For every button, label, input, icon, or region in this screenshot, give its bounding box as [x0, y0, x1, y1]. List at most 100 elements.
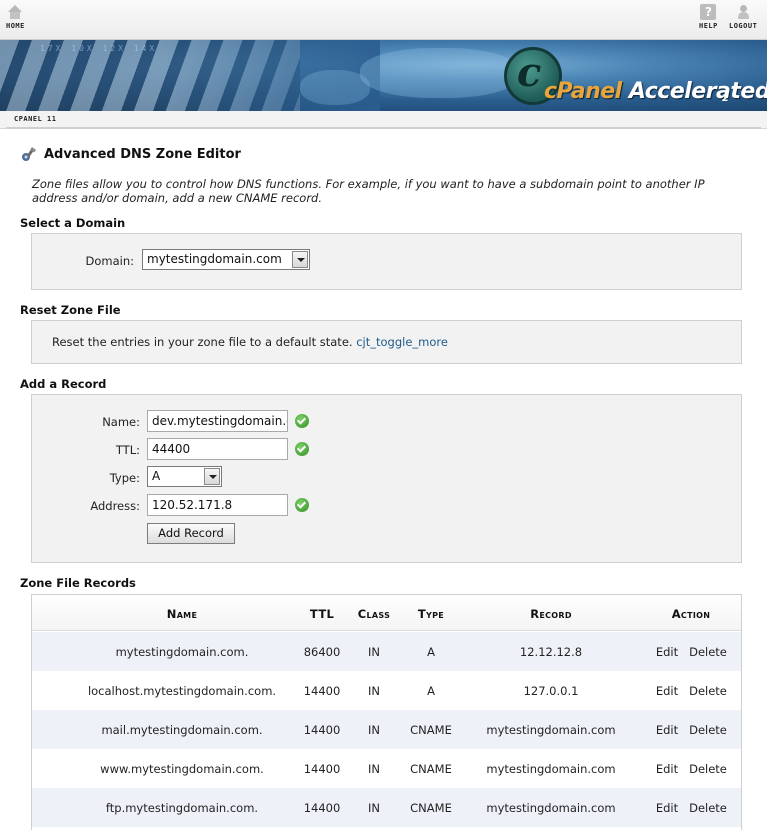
domain-select-value: mytestingdomain.com — [147, 252, 282, 266]
add-record-panel: Name: dev.mytestingdomain.c TTL: 44400 T… — [31, 394, 742, 563]
reset-zone-text: Reset the entries in your zone file to a… — [52, 335, 353, 349]
help-button[interactable]: ? HELP — [699, 4, 718, 30]
ttl-input[interactable]: 44400 — [147, 438, 288, 460]
page-title: Advanced DNS Zone Editor — [44, 147, 241, 162]
home-icon — [7, 4, 23, 20]
type-select-value: A — [152, 469, 161, 483]
address-input[interactable]: 120.52.171.8 — [147, 494, 288, 516]
row-name: ftp.mytestingdomain.com. — [105, 801, 259, 815]
row-class: IN — [368, 801, 380, 815]
home-label: HOME — [6, 22, 25, 30]
row-ttl: 14400 — [303, 723, 341, 737]
address-label: Address: — [90, 499, 140, 513]
ttl-valid-check-icon — [295, 442, 309, 456]
row-ttl: 86400 — [303, 645, 341, 659]
ttl-label: TTL: — [115, 443, 140, 457]
type-select[interactable]: A — [147, 466, 222, 487]
row-record: mytestingdomain.com — [486, 801, 616, 815]
delete-link[interactable]: Delete — [688, 684, 728, 698]
name-valid-check-icon — [295, 414, 309, 428]
row-name: www.mytestingdomain.com. — [100, 762, 264, 776]
chevron-down-icon — [204, 468, 220, 485]
banner-digits: 17X 10X 12X 14X — [40, 44, 158, 53]
table-row: localhost.mytestingdomain.com. 14400 IN … — [32, 671, 741, 710]
reset-zone-toggle-link[interactable]: cjt_toggle_more — [356, 335, 448, 349]
logo-version: 2 — [722, 93, 729, 104]
row-class: IN — [368, 723, 380, 737]
row-ttl: 14400 — [303, 684, 341, 698]
col-action: Action — [671, 607, 711, 621]
top-nav: HOME ? HELP LOGOUT — [0, 0, 767, 40]
dns-zone-editor-icon — [22, 147, 37, 161]
logo-c-letter: c — [517, 49, 542, 96]
logo-brand: cPanel — [544, 79, 622, 104]
logout-button[interactable]: LOGOUT — [729, 4, 757, 30]
row-record: mytestingdomain.com — [486, 762, 616, 776]
reset-zone-panel: Reset the entries in your zone file to a… — [31, 320, 742, 364]
row-record: 12.12.12.8 — [519, 645, 583, 659]
help-label: HELP — [699, 22, 718, 30]
row-name: localhost.mytestingdomain.com. — [87, 684, 277, 698]
row-type: A — [427, 645, 435, 659]
row-ttl: 14400 — [303, 801, 341, 815]
col-name: Name — [166, 607, 198, 621]
row-class: IN — [368, 684, 380, 698]
delete-link[interactable]: Delete — [688, 645, 728, 659]
table-row: mytestingdomain.com. 86400 IN A 12.12.12… — [32, 632, 741, 671]
banner-world-map-art — [360, 48, 520, 98]
user-icon — [735, 4, 751, 20]
col-record: Record — [530, 607, 572, 621]
reset-zone-text-line: Reset the entries in your zone file to a… — [52, 335, 448, 349]
edit-link[interactable]: Edit — [655, 801, 679, 815]
row-class: IN — [368, 762, 380, 776]
delete-link[interactable]: Delete — [688, 762, 728, 776]
delete-link[interactable]: Delete — [688, 801, 728, 815]
table-row: ftp.mytestingdomain.com. 14400 IN CNAME … — [32, 788, 741, 827]
col-ttl: TTL — [309, 607, 335, 621]
address-valid-check-icon — [295, 498, 309, 512]
home-button[interactable]: HOME — [6, 4, 25, 30]
col-type: Type — [417, 607, 445, 621]
logout-label: LOGOUT — [729, 22, 758, 30]
logo-text: cPanel Accelerated — [544, 79, 767, 104]
row-type: CNAME — [410, 762, 452, 776]
domain-label: Domain: — [85, 254, 135, 268]
edit-link[interactable]: Edit — [655, 762, 679, 776]
row-type: A — [427, 684, 435, 698]
add-record-heading: Add a Record — [20, 377, 107, 391]
breadcrumb: CPANEL 11 — [0, 111, 767, 129]
domain-select[interactable]: mytestingdomain.com — [142, 249, 310, 270]
row-name: mail.mytestingdomain.com. — [101, 723, 263, 737]
breadcrumb-home-link[interactable]: CPANEL 11 — [6, 111, 64, 128]
header-banner: 17X 10X 12X 14X c cPanel Accelerated 2 — [0, 40, 767, 111]
chevron-down-icon — [292, 251, 308, 268]
row-type: CNAME — [410, 723, 452, 737]
zone-records-table: Name TTL Class Type Record Action mytest… — [31, 594, 742, 830]
zone-records-heading: Zone File Records — [20, 576, 136, 590]
edit-link[interactable]: Edit — [655, 723, 679, 737]
edit-link[interactable]: Edit — [655, 684, 679, 698]
row-ttl: 14400 — [303, 762, 341, 776]
row-record: mytestingdomain.com — [486, 723, 616, 737]
table-header: Name TTL Class Type Record Action — [32, 595, 741, 631]
select-domain-heading: Select a Domain — [20, 216, 126, 230]
table-row: mail.mytestingdomain.com. 14400 IN CNAME… — [32, 710, 741, 749]
select-domain-panel: Domain: mytestingdomain.com — [31, 233, 742, 290]
table-row: www.mytestingdomain.com. 14400 IN CNAME … — [32, 749, 741, 788]
name-label: Name: — [102, 415, 140, 429]
row-name: mytestingdomain.com. — [115, 645, 249, 659]
edit-link[interactable]: Edit — [655, 645, 679, 659]
row-type: CNAME — [410, 801, 452, 815]
row-class: IN — [368, 645, 380, 659]
logo-product: Accelerated — [621, 79, 767, 104]
delete-link[interactable]: Delete — [688, 723, 728, 737]
row-record: 127.0.0.1 — [523, 684, 579, 698]
col-class: Class — [357, 607, 391, 621]
reset-zone-heading: Reset Zone File — [20, 303, 121, 317]
type-label: Type: — [109, 471, 140, 485]
add-record-button[interactable]: Add Record — [147, 523, 235, 544]
page-intro: Zone files allow you to control how DNS … — [32, 177, 705, 205]
help-icon: ? — [700, 4, 717, 20]
name-input[interactable]: dev.mytestingdomain.c — [147, 410, 288, 432]
cpanel-logo: c cPanel Accelerated 2 — [504, 47, 767, 107]
